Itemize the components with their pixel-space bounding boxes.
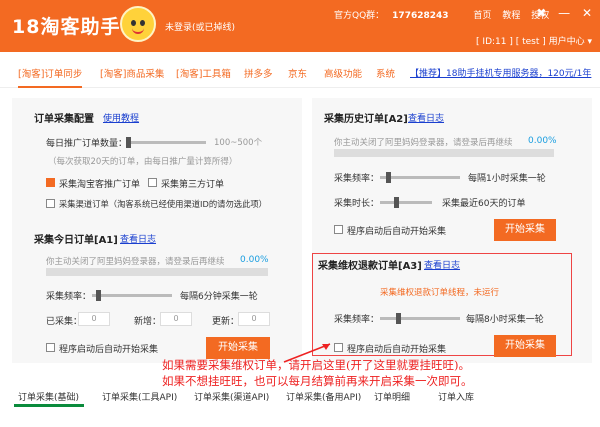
opt-third-label: 采集第三方订单 [161, 180, 225, 190]
tab-pinduoduo[interactable]: 拼多多 [244, 66, 273, 80]
btab-channel-api[interactable]: 订单采集(渠道API) [194, 390, 269, 403]
today-progress [46, 268, 268, 276]
user-menu[interactable]: [ ID:11 ] [ test ] 用户中心 ▾ [476, 34, 592, 47]
tools-icon[interactable]: ✖ [536, 6, 546, 20]
window-controls: ✖ — ✕ [528, 6, 592, 20]
history-freq-slider[interactable] [380, 172, 460, 183]
annotation-line-1: 如果需要采集维权订单，请开启这里(开了这里就要挂旺旺)。 [162, 358, 470, 372]
minimize-icon[interactable]: — [558, 6, 570, 20]
today-freq-label: 采集频率： [46, 292, 92, 302]
history-autostart-checkbox[interactable] [334, 225, 343, 234]
qq-group-label: 官方QQ群： [334, 11, 385, 21]
promo-link[interactable]: 【推荐】18助手挂机专用服务器，120元/1年 [410, 66, 591, 79]
tab-product-collect[interactable]: [淘客]商品采集 [100, 66, 164, 80]
history-title: 采集历史订单[A2] [324, 114, 408, 125]
tab-jd[interactable]: 京东 [288, 66, 307, 80]
refund-log-link[interactable]: 查看日志 [424, 258, 460, 271]
btab-basic[interactable]: 订单采集(基础) [18, 390, 79, 403]
today-start-button[interactable]: 开始采集 [206, 337, 270, 359]
today-msg: 你主动关闭了阿里妈妈登录器，请登录后再继续 [46, 257, 225, 267]
refund-freq-slider[interactable] [380, 313, 460, 324]
tab-advanced[interactable]: 高级功能 [324, 66, 362, 80]
history-start-button[interactable]: 开始采集 [494, 219, 556, 241]
collected-label: 已采集： [46, 317, 83, 327]
qq-group-number: 177628243 [392, 11, 449, 21]
today-pct: 0.00% [240, 255, 269, 265]
login-status[interactable]: 未登录(或已掉线) [165, 20, 235, 33]
daily-count-range: 100~500个 [214, 138, 263, 148]
btab-backup-api[interactable]: 订单采集(备用API) [286, 390, 361, 403]
collected-value: 0 [78, 312, 110, 326]
daily-count-label: 每日推广订单数量： [46, 139, 128, 149]
today-title: 采集今日订单[A1] [34, 235, 118, 246]
refund-status: 采集维权退款订单线程，未运行 [380, 288, 500, 298]
refund-freq-label: 采集频率： [334, 315, 380, 325]
order-config-title: 订单采集配置 [34, 114, 94, 125]
top-links: 官方QQ群： 177628243 首页 教程 授权 [334, 8, 557, 21]
history-progress [334, 149, 554, 157]
main-tabbar: [淘客]订单同步 [淘客]商品采集 [淘客]工具箱 拼多多 京东 高级功能 系统… [0, 52, 600, 88]
refund-autostart-label: 程序启动后自动开始采集 [347, 345, 447, 355]
tab-toolbox[interactable]: [淘客]工具箱 [176, 66, 231, 80]
daily-count-note: （每次获取20天的订单，由每日推广量计算所得） [48, 157, 238, 167]
history-msg: 你主动关闭了阿里妈妈登录器，请登录后再继续 [334, 138, 513, 148]
title-bar: 18淘客助手 未登录(或已掉线) 官方QQ群： 177628243 首页 教程 授… [0, 0, 600, 52]
refund-freq-value: 每隔8小时采集一轮 [466, 315, 544, 325]
tab-system[interactable]: 系统 [376, 66, 395, 80]
update-value: 0 [238, 312, 270, 326]
today-log-link[interactable]: 查看日志 [120, 232, 156, 245]
history-freq-label: 采集频率： [334, 174, 380, 184]
mascot-logo-icon [120, 6, 156, 42]
opt-channel-checkbox[interactable] [46, 199, 55, 208]
btab-details[interactable]: 订单明细 [374, 390, 410, 403]
active-tab-indicator [14, 404, 84, 407]
history-pct: 0.00% [528, 136, 557, 146]
today-autostart-checkbox[interactable] [46, 343, 55, 352]
opt-channel-label: 采集渠道订单（淘客系统已经使用渠道ID的请勿选此项） [59, 199, 267, 209]
history-time-value: 采集最近60天的订单 [442, 199, 526, 209]
link-home[interactable]: 首页 [473, 11, 491, 21]
history-freq-value: 每隔1小时采集一轮 [468, 174, 546, 184]
history-autostart-label: 程序启动后自动开始采集 [347, 227, 447, 237]
btab-import[interactable]: 订单入库 [438, 390, 474, 403]
new-value: 0 [160, 312, 192, 326]
refund-title: 采集维权退款订单[A3] [318, 261, 422, 272]
close-icon[interactable]: ✕ [582, 6, 592, 20]
today-freq-slider[interactable] [92, 290, 172, 301]
history-time-slider[interactable] [380, 197, 432, 208]
refund-start-button[interactable]: 开始采集 [494, 335, 556, 357]
link-tutorial[interactable]: 教程 [502, 11, 520, 21]
new-label: 新增： [134, 317, 162, 327]
tutorial-link[interactable]: 使用教程 [103, 111, 139, 124]
history-log-link[interactable]: 查看日志 [408, 111, 444, 124]
history-time-label: 采集时长： [334, 199, 380, 209]
bottom-tabbar: 订单采集(基础) 订单采集(工具API) 订单采集(渠道API) 订单采集(备用… [0, 388, 600, 408]
opt-taobao-checkbox[interactable] [46, 178, 55, 187]
annotation-line-2: 如果不想挂旺旺，也可以每月结算前再来开启采集一次即可。 [162, 374, 473, 388]
today-freq-value: 每隔6分钟采集一轮 [180, 292, 258, 302]
opt-taobao-label: 采集淘宝客推广订单 [59, 180, 141, 190]
btab-tool-api[interactable]: 订单采集(工具API) [102, 390, 177, 403]
daily-count-slider[interactable] [126, 137, 206, 148]
today-autostart-label: 程序启动后自动开始采集 [59, 345, 159, 355]
update-label: 更新： [212, 317, 240, 327]
opt-third-checkbox[interactable] [148, 178, 157, 187]
tab-order-sync[interactable]: [淘客]订单同步 [18, 66, 83, 88]
app-title: 18淘客助手 [12, 16, 121, 38]
